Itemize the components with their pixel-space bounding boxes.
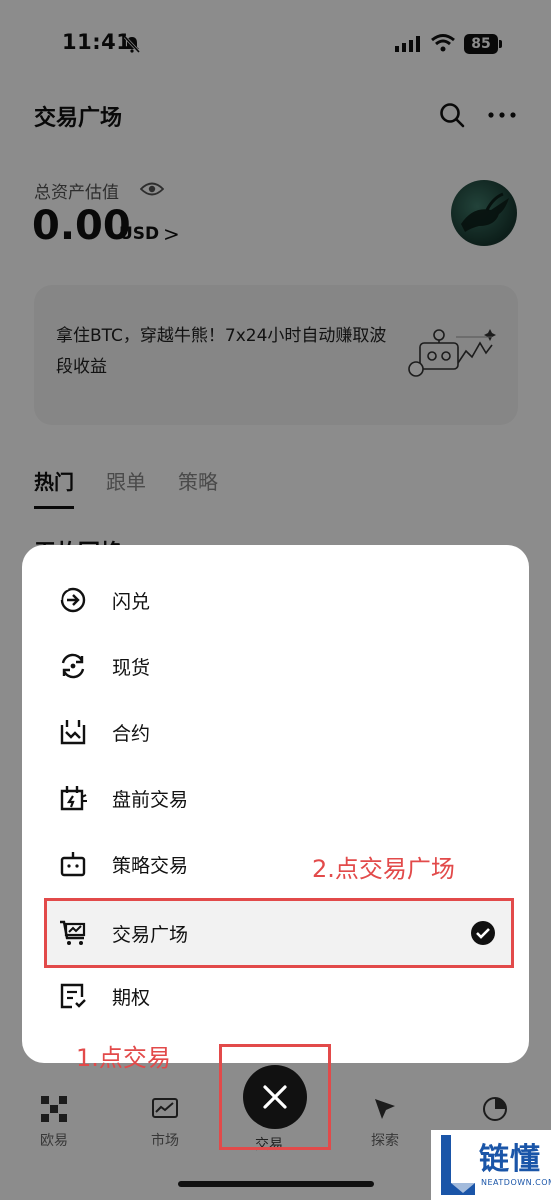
home-indicator[interactable] [178,1181,374,1187]
watermark-logo-icon [441,1135,475,1195]
watermark-text: 链懂 [479,1142,541,1177]
menu-item-label: 期权 [112,986,151,1009]
trade-menu: 闪兑 现货 合约 盘前交易 策略交易 交易广场 期权 [22,545,529,1063]
menu-item-spot[interactable]: 现货 [22,633,529,699]
bot-icon [60,852,86,877]
menu-item-label: 闪兑 [112,590,151,613]
menu-item-futures[interactable]: 合约 [22,699,529,765]
annotation-step-1: 1.点交易 [76,1044,171,1072]
menu-item-pre-market[interactable]: 盘前交易 [22,765,529,831]
spot-icon [61,653,85,679]
watermark: 链懂 NEATDOWN.COM [431,1130,551,1200]
pre-market-icon [60,786,87,811]
annotation-highlight-trade-square [44,898,514,968]
menu-item-label: 盘前交易 [112,788,189,811]
menu-item-label: 合约 [112,722,151,745]
watermark-subtext: NEATDOWN.COM [481,1178,551,1187]
menu-item-label: 现货 [112,656,151,679]
menu-item-flash-swap[interactable]: 闪兑 [22,567,529,633]
menu-item-label: 策略交易 [112,854,189,877]
options-icon [60,983,86,1009]
futures-icon [60,720,86,745]
annotation-highlight-trade-button [219,1044,331,1150]
flash-swap-icon [58,586,86,613]
annotation-step-2: 2.点交易广场 [312,855,455,883]
menu-item-options[interactable]: 期权 [22,963,529,1029]
